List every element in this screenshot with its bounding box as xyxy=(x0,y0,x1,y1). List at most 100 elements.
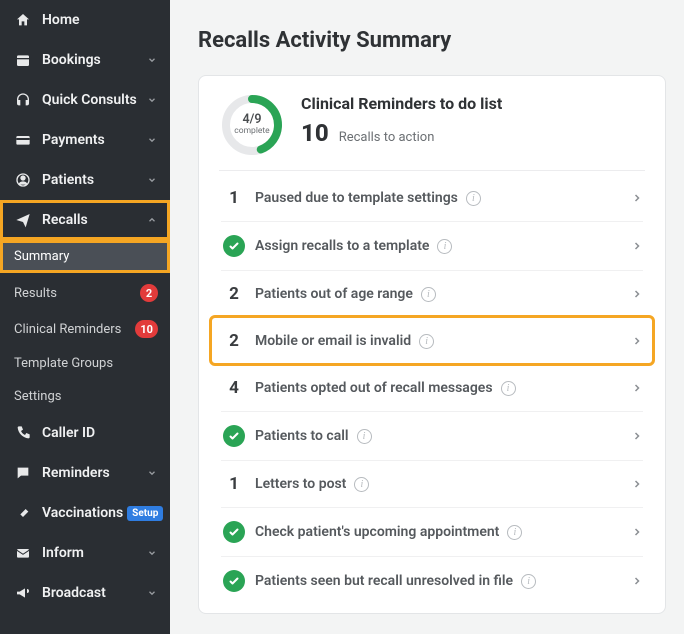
todo-row[interactable]: 4Patients opted out of recall messagesi xyxy=(221,364,643,411)
row-label: Patients opted out of recall messages xyxy=(255,380,493,396)
nav-label: Caller ID xyxy=(42,425,158,441)
todo-row[interactable]: Check patient's upcoming appointmenti xyxy=(221,507,643,556)
nav-label: Home xyxy=(42,12,158,28)
info-icon[interactable]: i xyxy=(507,525,522,540)
recall-count: 10 xyxy=(301,119,329,147)
row-count: 2 xyxy=(221,331,247,351)
row-count: 2 xyxy=(221,284,247,304)
todo-list: 1Paused due to template settingsiAssign … xyxy=(221,175,643,605)
divider xyxy=(219,170,645,171)
info-icon[interactable]: i xyxy=(354,477,369,492)
row-label: Letters to post xyxy=(255,476,346,492)
card-header: 4/9 complete Clinical Reminders to do li… xyxy=(221,94,643,170)
nav-label: Patients xyxy=(42,172,146,188)
mail-icon xyxy=(14,544,32,562)
page-title: Recalls Activity Summary xyxy=(198,28,666,53)
info-icon[interactable]: i xyxy=(419,334,434,349)
nav-recalls[interactable]: Recalls xyxy=(0,200,170,240)
nav-vaccinations[interactable]: Vaccinations Setup xyxy=(0,493,170,533)
info-icon[interactable]: i xyxy=(521,574,536,589)
sub-label: Settings xyxy=(14,389,158,404)
main: Recalls Activity Summary 4/9 complete Cl… xyxy=(170,0,684,634)
phone-icon xyxy=(14,424,32,442)
info-icon[interactable]: i xyxy=(357,429,372,444)
badge: 10 xyxy=(135,320,158,338)
sub-clinical-reminders[interactable]: Clinical Reminders 10 xyxy=(0,311,170,347)
nav-caller-id[interactable]: Caller ID xyxy=(0,413,170,453)
chevron-right-icon xyxy=(631,192,643,204)
chevron-down-icon xyxy=(146,134,158,146)
row-label: Patients out of age range xyxy=(255,286,413,302)
nav-label: Quick Consults xyxy=(42,92,146,108)
chevron-down-icon xyxy=(146,174,158,186)
todo-row[interactable]: 1 Letters to post i xyxy=(221,460,643,507)
chat-icon xyxy=(14,464,32,482)
chevron-up-icon xyxy=(146,214,158,226)
calendar-icon xyxy=(14,51,32,69)
nav-label: Broadcast xyxy=(42,585,146,601)
row-label: Paused due to template settings xyxy=(255,190,458,206)
chevron-right-icon xyxy=(631,575,643,587)
chevron-right-icon xyxy=(631,430,643,442)
check-icon xyxy=(221,425,247,447)
info-icon[interactable]: i xyxy=(501,381,516,396)
todo-row[interactable]: Assign recalls to a template i xyxy=(221,221,643,270)
info-icon[interactable]: i xyxy=(437,239,452,254)
todo-row[interactable]: 1 Paused due to template settings i xyxy=(221,175,643,221)
recall-sub: Recalls to action xyxy=(339,130,435,145)
sub-label: Summary xyxy=(14,249,158,264)
chevron-down-icon xyxy=(146,54,158,66)
card-icon xyxy=(14,131,32,149)
check-icon xyxy=(221,235,247,257)
nav-reminders[interactable]: Reminders xyxy=(0,453,170,493)
row-label: Patients to call xyxy=(255,428,349,444)
card-head-text: Clinical Reminders to do list 10 Recalls… xyxy=(301,94,502,147)
nav-bookings[interactable]: Bookings xyxy=(0,40,170,80)
setup-badge: Setup xyxy=(127,506,163,521)
nav-label: Vaccinations xyxy=(42,505,123,521)
send-icon xyxy=(14,211,32,229)
chevron-down-icon xyxy=(146,94,158,106)
check-icon xyxy=(221,570,247,592)
chevron-right-icon xyxy=(631,478,643,490)
nav-quick-consults[interactable]: Quick Consults xyxy=(0,80,170,120)
row-count: 1 xyxy=(221,188,247,208)
chevron-down-icon xyxy=(146,547,158,559)
todo-row[interactable]: 2 Patients out of age range i xyxy=(221,270,643,317)
sub-template-groups[interactable]: Template Groups xyxy=(0,347,170,380)
home-icon xyxy=(14,11,32,29)
nav-broadcast[interactable]: Broadcast xyxy=(0,573,170,613)
info-icon[interactable]: i xyxy=(421,287,436,302)
nav-patients[interactable]: Patients xyxy=(0,160,170,200)
sub-label: Template Groups xyxy=(14,356,158,371)
nav-payments[interactable]: Payments xyxy=(0,120,170,160)
nav-label: Inform xyxy=(42,545,146,561)
todo-card: 4/9 complete Clinical Reminders to do li… xyxy=(198,75,666,614)
user-icon xyxy=(14,171,32,189)
row-label: Mobile or email is invalid xyxy=(255,333,411,349)
info-icon[interactable]: i xyxy=(466,191,481,206)
todo-row[interactable]: Patients seen but recall unresolved in f… xyxy=(221,556,643,605)
sub-label: Clinical Reminders xyxy=(14,322,135,337)
sub-settings[interactable]: Settings xyxy=(0,380,170,413)
sidebar: Home Bookings Quick Consults Payments Pa… xyxy=(0,0,170,634)
todo-row[interactable]: 2 Mobile or email is invalid i xyxy=(211,317,653,364)
nav-home[interactable]: Home xyxy=(0,0,170,40)
todo-row[interactable]: Patients to call i xyxy=(221,411,643,460)
sub-results[interactable]: Results 2 xyxy=(0,275,170,311)
nav-inform[interactable]: Inform xyxy=(0,533,170,573)
chevron-down-icon xyxy=(146,587,158,599)
megaphone-icon xyxy=(14,584,32,602)
headset-icon xyxy=(14,91,32,109)
chevron-down-icon xyxy=(146,467,158,479)
nav-label: Payments xyxy=(42,132,146,148)
chevron-right-icon xyxy=(631,288,643,300)
chevron-right-icon xyxy=(631,382,643,394)
nav-label: Bookings xyxy=(42,52,146,68)
row-count: 1 xyxy=(221,474,247,494)
row-label: Assign recalls to a template xyxy=(255,238,429,254)
nav-label: Recalls xyxy=(42,212,146,228)
sub-summary[interactable]: Summary xyxy=(0,240,170,273)
nav-label: Reminders xyxy=(42,465,146,481)
chevron-right-icon xyxy=(631,335,643,347)
